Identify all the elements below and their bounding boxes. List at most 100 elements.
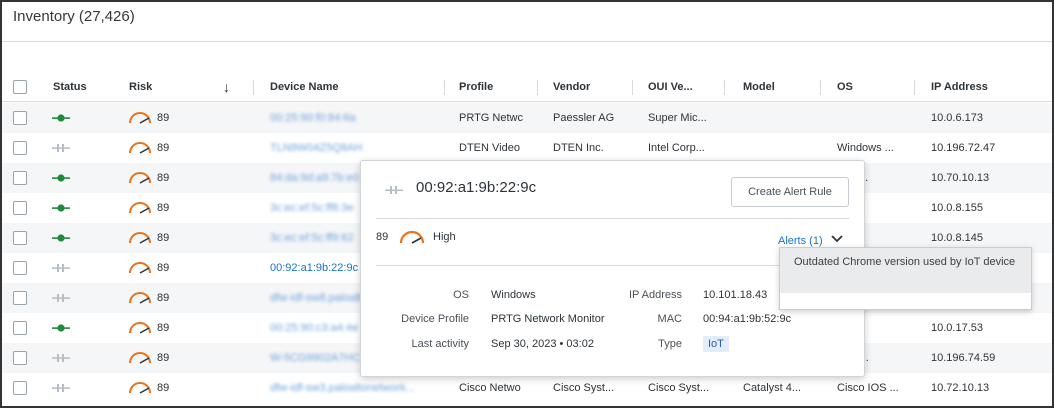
risk-score: 89: [376, 231, 389, 243]
oui-vendor-cell: Super Mic...: [648, 112, 707, 124]
column-divider: [444, 80, 445, 95]
column-header-ip-address[interactable]: IP Address: [931, 72, 988, 102]
device-name-link[interactable]: TLN9W04Z5Q8AH: [270, 133, 440, 163]
network-plug-icon: [52, 354, 70, 362]
risk-score: 89: [157, 382, 170, 394]
oui-vendor-cell: Cisco Syst...: [648, 382, 710, 394]
column-divider: [537, 80, 538, 95]
row-checkbox[interactable]: [13, 291, 27, 305]
os-cell: Cisco IOS ...: [837, 382, 899, 394]
row-checkbox[interactable]: [13, 171, 27, 185]
column-header-status[interactable]: Status: [53, 72, 87, 102]
os-label: OS: [453, 289, 469, 301]
vendor-cell: DTEN Inc.: [553, 142, 604, 154]
risk-score: 89: [157, 172, 170, 184]
risk-level: High: [433, 231, 456, 243]
vendor-cell: Cisco Syst...: [553, 382, 615, 394]
last-activity-value: Sep 30, 2023 • 03:02: [491, 338, 594, 350]
network-plug-icon: [52, 204, 70, 212]
risk-score: 89: [157, 112, 170, 124]
risk-gauge-icon: [129, 202, 151, 214]
risk-score: 89: [157, 352, 170, 364]
os-value: Windows: [491, 289, 536, 301]
vendor-cell: Paessler AG: [553, 112, 615, 124]
device-name-link[interactable]: dfw-idf-sw3.paloaltonetwork...: [270, 373, 440, 403]
ip-address-label: IP Address: [629, 289, 682, 301]
ip-address-cell: 10.70.10.13: [931, 172, 990, 184]
row-checkbox[interactable]: [13, 381, 27, 395]
ip-address-cell: 10.72.10.13: [931, 382, 990, 394]
device-profile-label: Device Profile: [401, 313, 469, 325]
column-header-os[interactable]: OS: [837, 72, 853, 102]
divider: [376, 218, 849, 219]
row-checkbox[interactable]: [13, 111, 27, 125]
risk-score: 89: [157, 142, 170, 154]
page-title: Inventory (27,426): [13, 8, 135, 25]
column-header-vendor[interactable]: Vendor: [553, 72, 590, 102]
network-plug-icon: [52, 144, 70, 152]
risk-score: 89: [157, 232, 170, 244]
oui-vendor-cell: Intel Corp...: [648, 142, 705, 154]
mac-value: 00:94:a1:9b:52:9c: [703, 313, 792, 325]
ip-address-cell: 10.196.72.47: [931, 142, 996, 154]
network-plug-icon: [52, 324, 70, 332]
ip-address-cell: 10.0.6.173: [931, 112, 983, 124]
column-header-profile[interactable]: Profile: [459, 72, 493, 102]
table-header: Status Risk ↓ Device Name Profile Vendor…: [2, 72, 1052, 102]
risk-gauge-icon: [129, 142, 151, 154]
os-cell: Windows ...: [837, 142, 894, 154]
alerts-link[interactable]: Alerts (1): [778, 235, 823, 247]
column-divider: [253, 80, 254, 95]
table-row[interactable]: 89 00:25:90:f0:84:6a PRTG Netwc Paessler AG…: [2, 103, 1052, 133]
profile-cell: Cisco Netwo: [459, 382, 521, 394]
type-label: Type: [658, 338, 682, 350]
risk-gauge-icon: [129, 112, 151, 124]
network-plug-icon: [52, 114, 70, 122]
risk-score: 89: [157, 202, 170, 214]
chevron-down-icon[interactable]: [830, 233, 844, 245]
network-plug-icon: [52, 174, 70, 182]
row-checkbox[interactable]: [13, 201, 27, 215]
type-value-wrapper: IoT: [703, 336, 729, 352]
column-header-model[interactable]: Model: [743, 72, 775, 102]
row-checkbox[interactable]: [13, 231, 27, 245]
device-profile-value: PRTG Network Monitor: [491, 313, 605, 325]
risk-gauge-icon: [129, 292, 151, 304]
ip-address-cell: 10.0.8.155: [931, 202, 983, 214]
alert-item[interactable]: Outdated Chrome version used by IoT devi…: [780, 248, 1031, 293]
row-checkbox[interactable]: [13, 261, 27, 275]
column-divider: [820, 80, 821, 95]
ip-address-cell: 10.196.74.59: [931, 352, 996, 364]
risk-gauge-icon: [129, 172, 151, 184]
column-header-device-name[interactable]: Device Name: [270, 72, 339, 102]
model-cell: Catalyst 4...: [743, 382, 802, 394]
column-divider: [632, 80, 633, 95]
type-badge: IoT: [703, 336, 729, 352]
ip-address-cell: 10.0.17.53: [931, 322, 983, 334]
ip-address-value: 10.101.18.43: [703, 289, 768, 301]
create-alert-rule-button[interactable]: Create Alert Rule: [731, 177, 849, 207]
column-header-oui-vendor[interactable]: OUI Ve...: [648, 72, 693, 102]
risk-gauge-icon: [129, 352, 151, 364]
risk-score: 89: [157, 322, 170, 334]
network-plug-icon: [52, 264, 70, 272]
device-name-heading: 00:92:a1:9b:22:9c: [416, 179, 537, 196]
row-checkbox[interactable]: [13, 321, 27, 335]
sort-arrow-down-icon[interactable]: ↓: [223, 72, 230, 102]
table-row[interactable]: 89 TLN9W04Z5Q8AH DTEN Video DTEN Inc. Intel …: [2, 133, 1052, 163]
risk-gauge-icon: [129, 382, 151, 394]
row-checkbox[interactable]: [13, 141, 27, 155]
column-header-risk[interactable]: Risk: [129, 72, 152, 102]
profile-cell: DTEN Video: [459, 142, 520, 154]
column-divider: [724, 80, 725, 95]
device-name-link[interactable]: 00:25:90:f0:84:6a: [270, 103, 440, 133]
last-activity-label: Last activity: [411, 338, 469, 350]
row-checkbox[interactable]: [13, 351, 27, 365]
risk-score: 89: [157, 292, 170, 304]
mac-label: MAC: [657, 313, 682, 325]
toolbar-divider: [2, 41, 1052, 42]
select-all-checkbox[interactable]: [13, 80, 27, 94]
risk-gauge-icon: [399, 230, 425, 244]
table-row[interactable]: 89 dfw-idf-sw3.paloaltonetwork... Cisco Ne…: [2, 373, 1052, 403]
column-divider: [914, 80, 915, 95]
